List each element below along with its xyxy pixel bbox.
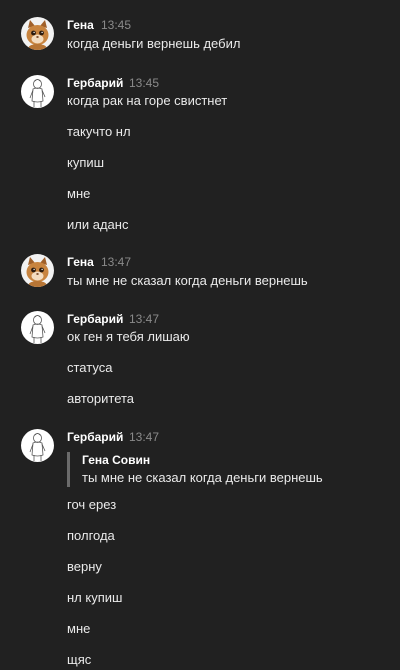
sketch-figure-avatar-icon[interactable] bbox=[21, 75, 54, 108]
chat-log: Гена 13:45 когда деньги вернешь дебил Ге… bbox=[0, 0, 400, 670]
quote-text: ты мне не сказал когда деньги вернешь bbox=[82, 470, 323, 485]
cat-avatar-icon[interactable] bbox=[21, 17, 54, 50]
message-timestamp: 13:45 bbox=[101, 18, 132, 32]
message-text: верну bbox=[67, 559, 102, 574]
message-text: гоч ерез bbox=[67, 497, 117, 512]
message-text: купиш bbox=[67, 155, 105, 170]
message-text: щяс bbox=[67, 652, 92, 667]
message-timestamp: 13:47 bbox=[129, 430, 160, 444]
message-author[interactable]: Гербарий bbox=[67, 312, 123, 326]
message-text: полгода bbox=[67, 528, 115, 543]
message-text: такучто нл bbox=[67, 124, 131, 139]
message-timestamp: 13:45 bbox=[129, 76, 160, 90]
message-text: статуса bbox=[67, 360, 113, 375]
message-text: или аданс bbox=[67, 217, 129, 232]
sketch-figure-avatar-icon[interactable] bbox=[21, 311, 54, 344]
message-text: когда деньги вернешь дебил bbox=[67, 36, 241, 51]
message-author[interactable]: Гербарий bbox=[67, 430, 123, 444]
message-text: ок ген я тебя лишаю bbox=[67, 329, 190, 344]
message-timestamp: 13:47 bbox=[129, 312, 160, 326]
message-author[interactable]: Гена bbox=[67, 255, 94, 269]
message-text: мне bbox=[67, 621, 91, 636]
message-text: когда рак на горе свистнет bbox=[67, 93, 228, 108]
message-text: ты мне не сказал когда деньги вернешь bbox=[67, 273, 308, 288]
message-text: мне bbox=[67, 186, 91, 201]
message-timestamp: 13:47 bbox=[101, 255, 132, 269]
reply-quote[interactable]: Гена Совин ты мне не сказал когда деньги… bbox=[67, 452, 323, 487]
quote-author: Гена Совин bbox=[82, 453, 151, 467]
message-author[interactable]: Гербарий bbox=[67, 76, 123, 90]
cat-avatar-icon[interactable] bbox=[21, 254, 54, 287]
message-author[interactable]: Гена bbox=[67, 18, 94, 32]
message-text: нл купиш bbox=[67, 590, 123, 605]
message-text: авторитета bbox=[67, 391, 135, 406]
sketch-figure-avatar-icon[interactable] bbox=[21, 429, 54, 462]
